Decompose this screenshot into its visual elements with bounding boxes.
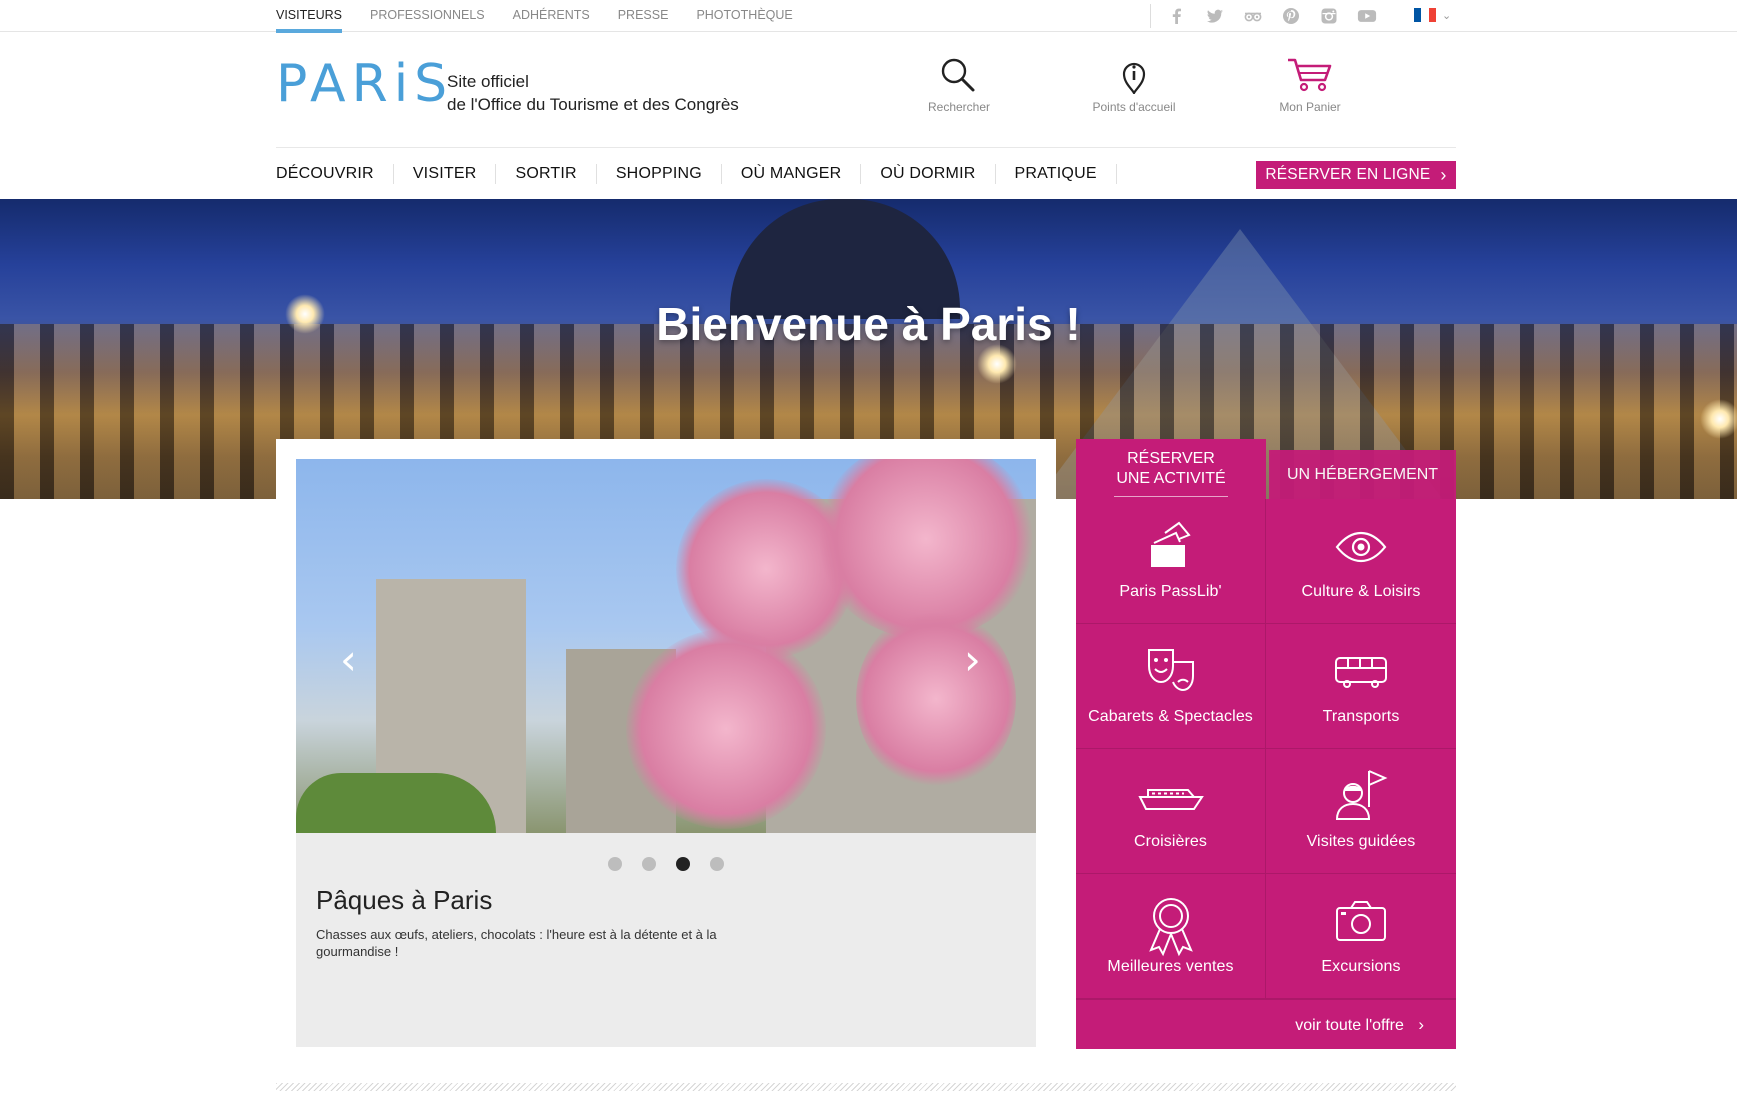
activity-transports[interactable]: Transports	[1266, 624, 1456, 749]
activity-label: Visites guidées	[1306, 833, 1416, 850]
tab-book-hotel[interactable]: UN HÉBERGEMENT	[1269, 450, 1456, 499]
france-flag-icon	[1414, 8, 1436, 22]
activity-label: Meilleures ventes	[1107, 958, 1234, 975]
theater-masks-icon	[1147, 649, 1194, 692]
chevron-right-icon: ›	[1440, 164, 1447, 185]
topnav-professionnels[interactable]: PROFESSIONNELS	[370, 0, 485, 32]
activity-label: Croisières	[1133, 833, 1207, 850]
blossom-cluster	[856, 609, 1016, 789]
guide-flag-icon	[1335, 770, 1388, 820]
hero-title: Bienvenue à Paris !	[656, 298, 1081, 350]
bus-icon	[1335, 657, 1387, 688]
carousel-dot-active[interactable]	[676, 857, 690, 871]
carousel-dots	[296, 857, 1036, 871]
topnav-phototheque[interactable]: PHOTOTHÈQUE	[696, 0, 792, 32]
blossom-cluster	[626, 629, 826, 829]
activity-label: Cabarets & Spectacles	[1088, 708, 1253, 725]
activity-label: Excursions	[1321, 958, 1401, 975]
book-online-label: RÉSERVER EN LIGNE	[1265, 166, 1431, 183]
camera-icon	[1336, 901, 1386, 941]
activity-cabarets-spectacles[interactable]: Cabarets & Spectacles	[1076, 624, 1266, 749]
site-tagline: Site officiel de l'Office du Tourisme et…	[447, 70, 739, 116]
nav-shopping[interactable]: SHOPPING	[597, 164, 722, 184]
activity-passlib[interactable]: Paris PassLib'	[1076, 499, 1266, 624]
section-divider	[276, 1083, 1456, 1091]
slide-caption: Pâques à Paris Chasses aux œufs, atelier…	[296, 833, 1036, 1047]
language-selector[interactable]: ⌄	[1414, 8, 1451, 22]
activity-croisieres[interactable]: Croisières	[1076, 749, 1266, 874]
slide-description: Chasses aux œufs, ateliers, chocolats : …	[316, 927, 717, 959]
tripadvisor-icon[interactable]	[1241, 5, 1265, 27]
slide-image[interactable]: ‹ ›	[296, 459, 1036, 833]
award-ribbon-icon	[1148, 898, 1193, 957]
activity-culture-loisirs[interactable]: Culture & Loisirs	[1266, 499, 1456, 624]
top-utility-bar: VISITEURS PROFESSIONNELS ADHÉRENTS PRESS…	[0, 0, 1737, 33]
chevron-down-icon: ⌄	[1442, 9, 1452, 22]
activity-label: Culture & Loisirs	[1301, 583, 1421, 600]
activity-label: Transports	[1322, 708, 1400, 725]
topnav-visiteurs[interactable]: VISITEURS	[276, 0, 342, 33]
tab-book-activity-line2: UNE ACTIVITÉ	[1116, 470, 1226, 487]
lamp-light	[1700, 399, 1737, 439]
see-all-offer-link[interactable]: voir toute l'offre ›	[1076, 999, 1456, 1049]
activity-label: Paris PassLib'	[1119, 583, 1222, 600]
site-header: PARiS Site officiel de l'Office du Touri…	[276, 32, 1456, 148]
tagline-line-2: de l'Office du Tourisme et des Congrès	[447, 95, 739, 114]
nav-visiter[interactable]: VISITER	[394, 164, 497, 184]
see-all-offer-label: voir toute l'offre	[1295, 1017, 1404, 1034]
boat-icon	[1137, 789, 1204, 810]
tab-book-activity[interactable]: RÉSERVER UNE ACTIVITÉ	[1076, 439, 1266, 499]
cart-button[interactable]: Mon Panier	[1250, 56, 1370, 114]
welcome-points-label: Points d'accueil	[1092, 100, 1176, 114]
topnav-presse[interactable]: PRESSE	[618, 0, 669, 32]
tab-book-activity-line1: RÉSERVER	[1127, 450, 1215, 467]
activity-grid: Paris PassLib' Culture & Loisirs Cabaret…	[1076, 499, 1456, 999]
nav-pratique[interactable]: PRATIQUE	[996, 164, 1117, 184]
carousel-dot[interactable]	[608, 857, 622, 871]
carousel-dot[interactable]	[710, 857, 724, 871]
instagram-icon[interactable]	[1317, 5, 1341, 27]
book-online-button[interactable]: RÉSERVER EN LIGNE ›	[1256, 161, 1456, 189]
nav-sortir[interactable]: SORTIR	[496, 164, 597, 184]
social-links	[1150, 4, 1393, 28]
ticket-icon	[1150, 521, 1191, 567]
pinterest-icon[interactable]	[1279, 5, 1303, 27]
activity-meilleures-ventes[interactable]: Meilleures ventes	[1076, 874, 1266, 999]
info-pin-icon	[1122, 62, 1146, 94]
twitter-icon[interactable]	[1203, 5, 1227, 27]
facebook-icon[interactable]	[1165, 5, 1189, 27]
tree-foliage	[296, 773, 496, 833]
welcome-points-button[interactable]: Points d'accueil	[1074, 56, 1194, 114]
tagline-line-1: Site officiel	[447, 72, 529, 91]
activity-visites-guidees[interactable]: Visites guidées	[1266, 749, 1456, 874]
slide-title[interactable]: Pâques à Paris	[316, 885, 492, 916]
audience-nav: VISITEURS PROFESSIONNELS ADHÉRENTS PRESS…	[276, 0, 821, 33]
carousel-next-icon[interactable]: ›	[964, 639, 981, 681]
search-icon	[941, 58, 975, 92]
chevron-right-icon: ›	[1418, 1015, 1424, 1034]
nav-decouvrir[interactable]: DÉCOUVRIR	[276, 164, 394, 184]
search-button[interactable]: Rechercher	[899, 56, 1019, 114]
main-navigation: DÉCOUVRIR VISITER SORTIR SHOPPING OÙ MAN…	[276, 150, 1456, 198]
cart-icon	[1288, 58, 1332, 92]
paris-logo[interactable]: PARiS	[276, 54, 453, 114]
youtube-icon[interactable]	[1355, 5, 1379, 27]
nav-ou-manger[interactable]: OÙ MANGER	[722, 164, 862, 184]
topnav-adherents[interactable]: ADHÉRENTS	[513, 0, 590, 32]
nav-ou-dormir[interactable]: OÙ DORMIR	[861, 164, 996, 184]
search-label: Rechercher	[927, 100, 991, 114]
cart-label: Mon Panier	[1279, 100, 1341, 114]
carousel-dot[interactable]	[642, 857, 656, 871]
activity-excursions[interactable]: Excursions	[1266, 874, 1456, 999]
eye-icon	[1335, 531, 1387, 563]
carousel-prev-icon[interactable]: ‹	[340, 639, 357, 681]
booking-panel: RÉSERVER UNE ACTIVITÉ UN HÉBERGEMENT Par…	[1076, 439, 1456, 1049]
featured-carousel: ‹ › Pâques à Paris Chasses aux œufs, ate…	[276, 439, 1056, 1059]
